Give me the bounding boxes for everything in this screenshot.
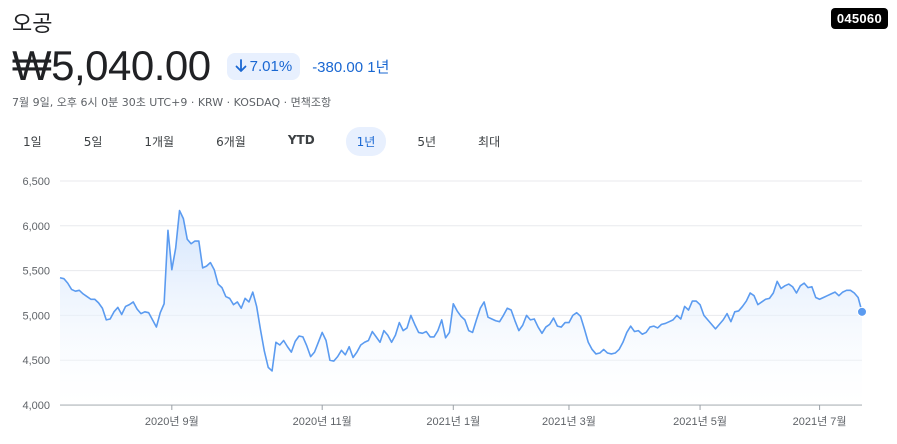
y-tick-label: 4,500 <box>22 355 50 367</box>
x-tick-label: 2021년 3월 <box>542 415 596 428</box>
tab-6m[interactable]: 6개월 <box>205 127 257 156</box>
x-tick-label: 2021년 7월 <box>793 415 847 428</box>
tab-1y[interactable]: 1년 <box>345 127 387 156</box>
change-percent-badge: 7.01% <box>226 52 301 80</box>
y-tick-label: 5,000 <box>22 310 50 322</box>
price-row: ₩5,040.00 7.01% -380.00 1년 <box>12 42 389 90</box>
change-percent: 7.01% <box>249 57 293 75</box>
last-price-dot <box>857 306 867 317</box>
y-tick-label: 4,000 <box>22 400 50 412</box>
current-price: ₩5,040.00 <box>12 42 211 89</box>
change-absolute: -380.00 1년 <box>312 58 390 76</box>
tab-5y[interactable]: 5년 <box>406 127 447 156</box>
tab-1d[interactable]: 1일 <box>12 127 53 156</box>
x-tick-label: 2021년 1월 <box>426 415 480 428</box>
company-name: 오공 <box>12 12 53 37</box>
quote-meta: 7월 9일, 오후 6시 0분 30초 UTC+9 · KRW · KOSDAQ… <box>12 96 332 109</box>
y-tick-label: 6,000 <box>22 221 50 233</box>
price-chart[interactable]: 4,000 4,500 5,000 5,500 6,000 6,500 2020년 9월 20… <box>0 168 897 444</box>
tab-1m[interactable]: 1개월 <box>133 127 185 156</box>
ticker-badge: 045060 <box>830 8 888 29</box>
tab-5d[interactable]: 5일 <box>73 127 114 156</box>
y-tick-label: 5,500 <box>22 266 50 278</box>
x-tick-label: 2020년 9월 <box>145 415 199 428</box>
range-tabs: 1일 5일 1개월 6개월 YTD 1년 5년 최대 <box>12 127 531 156</box>
tab-max[interactable]: 최대 <box>467 127 511 156</box>
arrow-down-icon <box>235 59 247 72</box>
y-tick-label: 6,500 <box>22 176 50 188</box>
x-tick-label: 2020년 11월 <box>293 415 352 428</box>
tab-ytd[interactable]: YTD <box>277 127 326 156</box>
x-tick-label: 2021년 5월 <box>673 415 727 428</box>
